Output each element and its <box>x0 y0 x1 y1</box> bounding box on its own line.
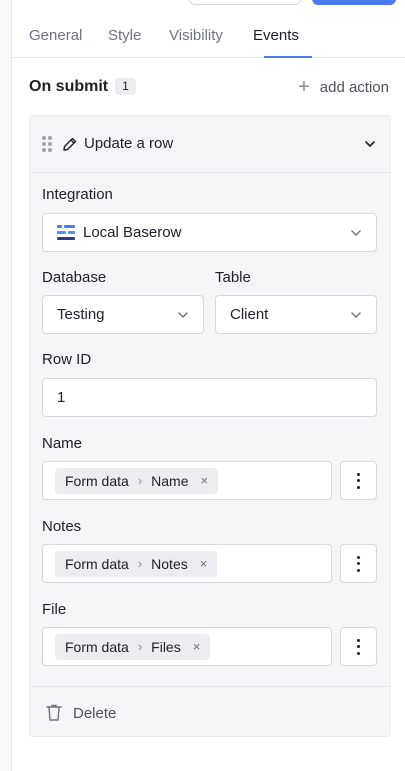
chevron-right-icon: › <box>137 639 143 654</box>
close-icon[interactable]: × <box>193 639 201 654</box>
notes-formula-input[interactable]: Form data › Notes × <box>42 544 332 583</box>
chevron-down-icon <box>351 230 361 236</box>
row-id-value: 1 <box>57 389 66 406</box>
active-tab-indicator <box>264 56 312 58</box>
data-source-chip[interactable]: Form data › Notes × <box>55 550 218 577</box>
chip-source: Form data <box>65 638 129 655</box>
field-label-name: Name <box>42 435 83 452</box>
table-value: Client <box>230 306 269 323</box>
database-select[interactable]: Testing <box>42 295 204 334</box>
chevron-down-icon <box>178 312 188 318</box>
add-action-button[interactable]: + add action <box>298 76 389 98</box>
top-primary-button[interactable] <box>312 0 396 5</box>
chevron-down-icon[interactable] <box>364 138 376 150</box>
table-label: Table <box>215 269 251 286</box>
drag-handle-icon[interactable] <box>42 136 52 152</box>
action-panel: Update a row Integration Local Baserow D… <box>29 115 391 737</box>
table-select[interactable]: Client <box>215 295 377 334</box>
chip-source: Form data <box>65 555 129 572</box>
plus-icon: + <box>298 76 310 98</box>
close-icon[interactable]: × <box>200 556 208 571</box>
field-label-notes: Notes <box>42 518 82 535</box>
event-title: On submit <box>29 78 109 95</box>
database-label: Database <box>42 269 107 286</box>
left-rail <box>0 0 12 771</box>
tab-bar: General Style Visibility Events <box>12 14 405 58</box>
more-vertical-icon <box>357 472 361 489</box>
chevron-right-icon: › <box>137 556 143 571</box>
chip-field: Files <box>151 638 181 655</box>
tab-visibility[interactable]: Visibility <box>169 27 223 44</box>
delete-action-button[interactable]: Delete <box>30 686 390 736</box>
chip-field: Name <box>151 472 189 489</box>
name-more-button[interactable] <box>340 461 377 500</box>
more-vertical-icon <box>357 555 361 572</box>
file-more-button[interactable] <box>340 627 377 666</box>
baserow-logo-icon <box>57 224 75 242</box>
chip-field: Notes <box>151 555 188 572</box>
trash-icon <box>46 704 62 721</box>
action-title: Update a row <box>84 135 174 152</box>
chevron-down-icon <box>351 312 361 318</box>
row-id-label: Row ID <box>42 351 92 368</box>
notes-more-button[interactable] <box>340 544 377 583</box>
database-value: Testing <box>57 306 105 323</box>
top-secondary-button[interactable] <box>189 0 301 5</box>
action-count-badge: 1 <box>115 78 136 95</box>
name-formula-input[interactable]: Form data › Name × <box>42 461 332 500</box>
integration-value: Local Baserow <box>83 224 182 241</box>
action-panel-header[interactable]: Update a row <box>30 116 390 173</box>
pencil-icon <box>63 137 77 151</box>
delete-label: Delete <box>73 705 117 722</box>
tab-style[interactable]: Style <box>108 27 141 44</box>
chevron-right-icon: › <box>137 473 143 488</box>
integration-label: Integration <box>42 186 113 203</box>
event-header: On submit 1 + add action <box>29 76 391 98</box>
field-label-file: File <box>42 601 67 618</box>
tab-events[interactable]: Events <box>253 27 299 44</box>
chip-source: Form data <box>65 472 129 489</box>
integration-select[interactable]: Local Baserow <box>42 213 377 252</box>
data-source-chip[interactable]: Form data › Files × <box>55 633 211 660</box>
tab-general[interactable]: General <box>29 27 82 44</box>
data-source-chip[interactable]: Form data › Name × <box>55 467 219 494</box>
file-formula-input[interactable]: Form data › Files × <box>42 627 332 666</box>
more-vertical-icon <box>357 638 361 655</box>
close-icon[interactable]: × <box>201 473 209 488</box>
row-id-input[interactable]: 1 <box>42 378 377 417</box>
add-action-label: add action <box>319 78 389 96</box>
